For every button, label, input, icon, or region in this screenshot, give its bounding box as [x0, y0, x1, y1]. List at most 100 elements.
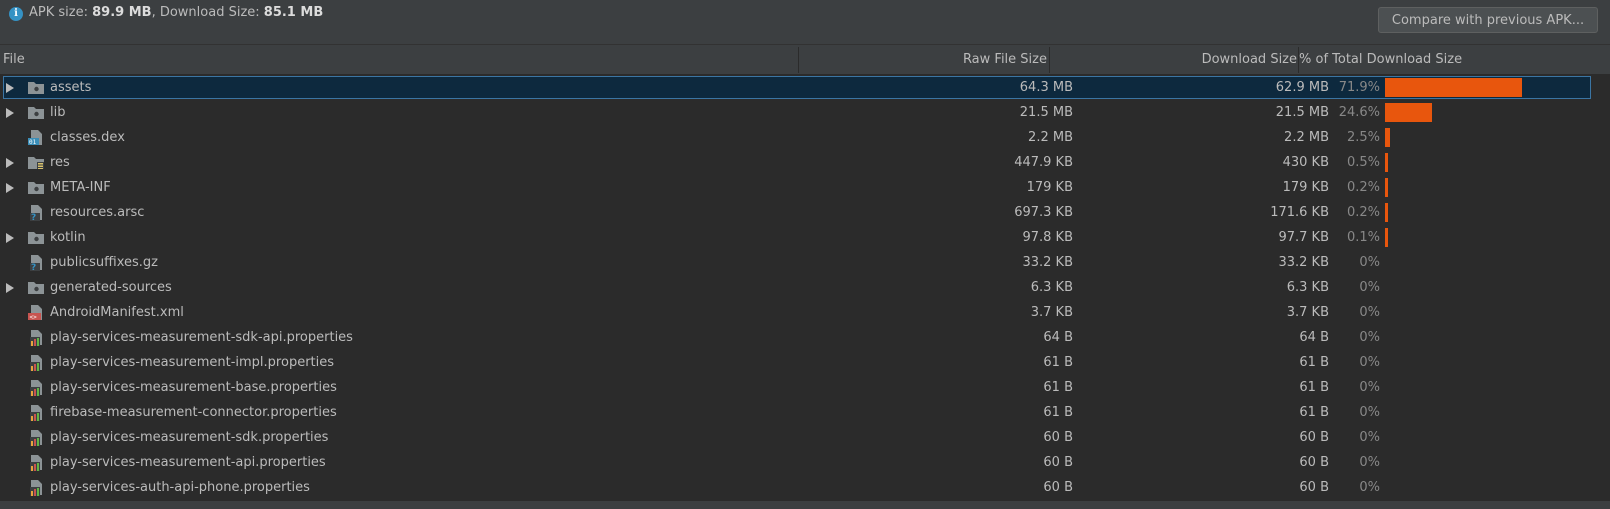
table-row[interactable]: generated-sources 6.3 KB 6.3 KB 0%: [0, 275, 1610, 300]
table-row[interactable]: play-services-auth-api-phone.properties 6…: [0, 475, 1610, 500]
file-name: res: [50, 155, 70, 170]
table-row[interactable]: firebase-measurement-connector.propertie…: [0, 400, 1610, 425]
raw-file-size: 60 B: [1043, 455, 1073, 470]
download-size: 2.2 MB: [1284, 130, 1329, 145]
file-name: play-services-measurement-impl.propertie…: [50, 355, 335, 370]
folder-icon: [27, 179, 45, 196]
raw-file-size: 697.3 KB: [1014, 205, 1073, 220]
unknown-file-icon: ?: [27, 254, 45, 273]
file-name: lib: [50, 105, 66, 120]
apk-size-label: APK size:: [29, 5, 93, 20]
file-name: firebase-measurement-connector.propertie…: [50, 405, 337, 420]
percent-of-total: 0.2%: [1346, 180, 1380, 195]
table-row[interactable]: 01 classes.dex 2.2 MB 2.2 MB 2.5%: [0, 125, 1610, 150]
compare-with-previous-apk-button[interactable]: Compare with previous APK...: [1378, 7, 1598, 33]
file-name: META-INF: [50, 180, 111, 195]
download-size: 62.9 MB: [1275, 80, 1329, 95]
expand-arrow-icon[interactable]: [6, 108, 14, 118]
table-row[interactable]: play-services-measurement-base.propertie…: [0, 375, 1610, 400]
raw-file-size: 97.8 KB: [1022, 230, 1073, 245]
raw-file-size: 179 KB: [1026, 180, 1073, 195]
raw-file-size: 6.3 KB: [1030, 280, 1073, 295]
download-size: 33.2 KB: [1278, 255, 1329, 270]
xml-file-icon: <>: [27, 304, 45, 321]
apk-summary-bar: i APK size: 89.9 MB, Download Size: 85.1…: [0, 0, 1610, 44]
file-name: AndroidManifest.xml: [50, 305, 184, 320]
download-share-bar: [1385, 153, 1388, 172]
download-size: 60 B: [1299, 480, 1329, 495]
file-tree-table: File Raw File Size Download Size % of To…: [0, 44, 1610, 500]
svg-text:?: ?: [31, 213, 36, 221]
folder-icon: [27, 279, 45, 296]
percent-of-total: 24.6%: [1338, 105, 1380, 120]
resource-folder-icon: [27, 154, 45, 171]
table-row[interactable]: ? publicsuffixes.gz 33.2 KB 33.2 KB 0%: [0, 250, 1610, 275]
file-name: play-services-measurement-sdk-api.proper…: [50, 330, 353, 345]
percent-of-total: 0.2%: [1346, 205, 1380, 220]
table-row[interactable]: play-services-measurement-impl.propertie…: [0, 350, 1610, 375]
table-row[interactable]: lib 21.5 MB 21.5 MB 24.6%: [0, 100, 1610, 125]
raw-file-size: 33.2 KB: [1022, 255, 1073, 270]
table-row[interactable]: kotlin 97.8 KB 97.7 KB 0.1%: [0, 225, 1610, 250]
raw-file-size: 2.2 MB: [1028, 130, 1073, 145]
dex-file-icon: 01: [27, 129, 45, 146]
file-name: generated-sources: [50, 280, 172, 295]
properties-file-icon: [27, 329, 45, 346]
apk-summary: APK size: 89.9 MB, Download Size: 85.1 M…: [29, 5, 323, 20]
expand-arrow-icon[interactable]: [6, 183, 14, 193]
table-row[interactable]: play-services-measurement-sdk-api.proper…: [0, 325, 1610, 350]
file-rows: assets 64.3 MB 62.9 MB 71.9% lib 21.5 MB 21.5 …: [0, 75, 1610, 500]
file-name: publicsuffixes.gz: [50, 255, 158, 270]
percent-of-total: 0.1%: [1346, 230, 1380, 245]
percent-of-total: 0%: [1359, 280, 1380, 295]
file-name: play-services-measurement-base.propertie…: [50, 380, 337, 395]
download-share-bar: [1385, 128, 1390, 147]
percent-of-total: 71.9%: [1338, 80, 1380, 95]
download-size: 64 B: [1299, 330, 1329, 345]
percent-of-total: 0%: [1359, 255, 1380, 270]
expand-arrow-icon[interactable]: [6, 283, 14, 293]
download-size: 171.6 KB: [1270, 205, 1329, 220]
raw-file-size: 61 B: [1043, 405, 1073, 420]
expand-arrow-icon[interactable]: [6, 83, 14, 93]
table-row[interactable]: assets 64.3 MB 62.9 MB 71.9%: [0, 75, 1610, 100]
download-share-bar: [1385, 103, 1432, 122]
column-header-download-size[interactable]: Download Size: [1050, 45, 1297, 75]
percent-of-total: 0%: [1359, 330, 1380, 345]
column-header-file[interactable]: File: [3, 45, 25, 75]
folder-icon: [27, 79, 45, 96]
raw-file-size: 60 B: [1043, 480, 1073, 495]
download-share-bar: [1385, 78, 1522, 97]
column-divider[interactable]: [798, 47, 799, 73]
download-share-bar: [1385, 228, 1388, 247]
percent-of-total: 0%: [1359, 430, 1380, 445]
svg-text:01: 01: [29, 139, 37, 146]
table-row[interactable]: ? resources.arsc 697.3 KB 171.6 KB 0.2%: [0, 200, 1610, 225]
file-name: play-services-auth-api-phone.properties: [50, 480, 310, 495]
column-header-raw-file-size[interactable]: Raw File Size: [800, 45, 1047, 75]
file-name: classes.dex: [50, 130, 125, 145]
percent-of-total: 0%: [1359, 455, 1380, 470]
expand-arrow-icon[interactable]: [6, 158, 14, 168]
table-row[interactable]: META-INF 179 KB 179 KB 0.2%: [0, 175, 1610, 200]
percent-of-total: 0%: [1359, 355, 1380, 370]
download-size-value: 85.1 MB: [263, 5, 324, 20]
table-row[interactable]: play-services-measurement-sdk.properties…: [0, 425, 1610, 450]
download-share-bar: [1385, 178, 1388, 197]
expand-arrow-icon[interactable]: [6, 233, 14, 243]
raw-file-size: 64 B: [1043, 330, 1073, 345]
properties-file-icon: [27, 354, 45, 371]
download-size: 430 KB: [1282, 155, 1329, 170]
download-size: 6.3 KB: [1286, 280, 1329, 295]
table-row[interactable]: <> AndroidManifest.xml 3.7 KB 3.7 KB 0%: [0, 300, 1610, 325]
download-size: 61 B: [1299, 405, 1329, 420]
properties-file-icon: [27, 429, 45, 446]
table-row[interactable]: res 447.9 KB 430 KB 0.5%: [0, 150, 1610, 175]
table-row[interactable]: play-services-measurement-api.properties…: [0, 450, 1610, 475]
raw-file-size: 61 B: [1043, 355, 1073, 370]
download-size: 61 B: [1299, 380, 1329, 395]
column-header-percent-of-total[interactable]: % of Total Download Size: [1299, 45, 1462, 75]
download-size-label: , Download Size:: [151, 5, 264, 20]
file-name: play-services-measurement-api.properties: [50, 455, 326, 470]
download-size: 60 B: [1299, 455, 1329, 470]
